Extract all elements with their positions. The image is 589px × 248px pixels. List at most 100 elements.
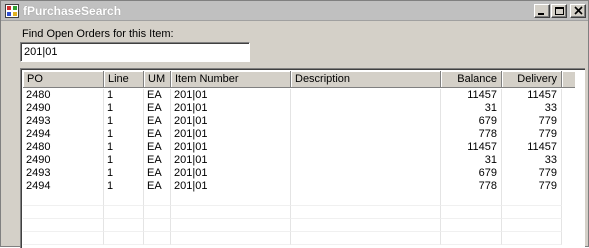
cell-description: [291, 102, 441, 115]
cell-balance: 679: [441, 167, 502, 180]
cell-po: 2490: [23, 102, 104, 115]
column-header-description[interactable]: Description: [291, 71, 441, 88]
cell-item-number: 201|01: [171, 115, 291, 128]
cell-line: 1: [104, 141, 144, 154]
cell-line: 1: [104, 102, 144, 115]
cell-po: 2480: [23, 89, 104, 102]
column-header-um[interactable]: UM: [144, 71, 171, 88]
grid-header: PO Line UM Item Number Description Balan…: [23, 71, 575, 88]
empty-cell: [104, 219, 144, 232]
table-row[interactable]: 2493 1 EA 201|01 679 779: [23, 167, 562, 180]
empty-cell: [441, 193, 502, 206]
column-header-line[interactable]: Line: [104, 71, 144, 88]
empty-cell: [291, 219, 441, 232]
cell-description: [291, 128, 441, 141]
empty-cell: [23, 193, 104, 206]
close-icon: [574, 6, 583, 15]
empty-cell: [291, 206, 441, 219]
cell-um: EA: [144, 128, 171, 141]
empty-cell: [441, 232, 502, 245]
cell-balance: 778: [441, 180, 502, 193]
app-icon: [5, 4, 19, 18]
table-row[interactable]: 2480 1 EA 201|01 11457 11457: [23, 89, 562, 102]
cell-balance: 31: [441, 154, 502, 167]
cell-line: 1: [104, 167, 144, 180]
empty-cell: [171, 232, 291, 245]
empty-cell: [104, 206, 144, 219]
empty-cell: [104, 232, 144, 245]
cell-delivery: 11457: [502, 141, 562, 154]
close-button[interactable]: [570, 4, 586, 18]
table-row[interactable]: 2494 1 EA 201|01 778 779: [23, 180, 562, 193]
cell-description: [291, 115, 441, 128]
cell-line: 1: [104, 89, 144, 102]
cell-delivery: 779: [502, 167, 562, 180]
item-number-input[interactable]: [20, 42, 250, 62]
empty-cell: [502, 193, 562, 206]
empty-row: [23, 193, 562, 206]
cell-um: EA: [144, 154, 171, 167]
empty-cell: [23, 232, 104, 245]
cell-description: [291, 89, 441, 102]
minimize-button[interactable]: [534, 4, 550, 18]
empty-cell: [144, 206, 171, 219]
cell-description: [291, 167, 441, 180]
empty-cell: [144, 232, 171, 245]
cell-item-number: 201|01: [171, 141, 291, 154]
table-row[interactable]: 2490 1 EA 201|01 31 33: [23, 154, 562, 167]
column-header-filler: [562, 71, 575, 88]
find-open-orders-label: Find Open Orders for this Item:: [22, 28, 174, 40]
empty-row: [23, 219, 562, 232]
empty-cell: [171, 193, 291, 206]
cell-delivery: 33: [502, 154, 562, 167]
cell-balance: 778: [441, 128, 502, 141]
empty-row: [23, 232, 562, 245]
column-header-item-number[interactable]: Item Number: [171, 71, 291, 88]
cell-line: 1: [104, 115, 144, 128]
cell-line: 1: [104, 128, 144, 141]
table-row[interactable]: 2494 1 EA 201|01 778 779: [23, 128, 562, 141]
cell-balance: 11457: [441, 89, 502, 102]
cell-um: EA: [144, 167, 171, 180]
cell-delivery: 779: [502, 128, 562, 141]
cell-po: 2490: [23, 154, 104, 167]
table-row[interactable]: 2493 1 EA 201|01 679 779: [23, 115, 562, 128]
column-header-delivery[interactable]: Delivery: [502, 71, 562, 88]
cell-item-number: 201|01: [171, 180, 291, 193]
empty-cell: [502, 206, 562, 219]
orders-grid[interactable]: PO Line UM Item Number Description Balan…: [20, 68, 585, 248]
window-title: fPurchaseSearch: [23, 4, 122, 18]
cell-po: 2480: [23, 141, 104, 154]
cell-po: 2494: [23, 180, 104, 193]
cell-item-number: 201|01: [171, 102, 291, 115]
cell-um: EA: [144, 102, 171, 115]
cell-balance: 679: [441, 115, 502, 128]
cell-item-number: 201|01: [171, 167, 291, 180]
empty-cell: [171, 206, 291, 219]
cell-po: 2494: [23, 128, 104, 141]
empty-cell: [23, 206, 104, 219]
column-header-balance[interactable]: Balance: [441, 71, 502, 88]
cell-um: EA: [144, 89, 171, 102]
table-row[interactable]: 2480 1 EA 201|01 11457 11457: [23, 141, 562, 154]
empty-cell: [291, 193, 441, 206]
maximize-icon: [555, 7, 564, 15]
cell-delivery: 33: [502, 102, 562, 115]
cell-po: 2493: [23, 167, 104, 180]
table-row[interactable]: 2490 1 EA 201|01 31 33: [23, 102, 562, 115]
minimize-icon: [538, 13, 544, 15]
cell-balance: 11457: [441, 141, 502, 154]
maximize-button[interactable]: [551, 4, 567, 18]
cell-um: EA: [144, 180, 171, 193]
cell-item-number: 201|01: [171, 89, 291, 102]
cell-description: [291, 154, 441, 167]
empty-cell: [441, 219, 502, 232]
empty-cell: [144, 193, 171, 206]
title-bar[interactable]: fPurchaseSearch: [1, 1, 588, 21]
cell-description: [291, 141, 441, 154]
empty-cell: [441, 206, 502, 219]
column-header-po[interactable]: PO: [23, 71, 104, 88]
empty-cell: [291, 232, 441, 245]
empty-cell: [171, 219, 291, 232]
cell-balance: 31: [441, 102, 502, 115]
